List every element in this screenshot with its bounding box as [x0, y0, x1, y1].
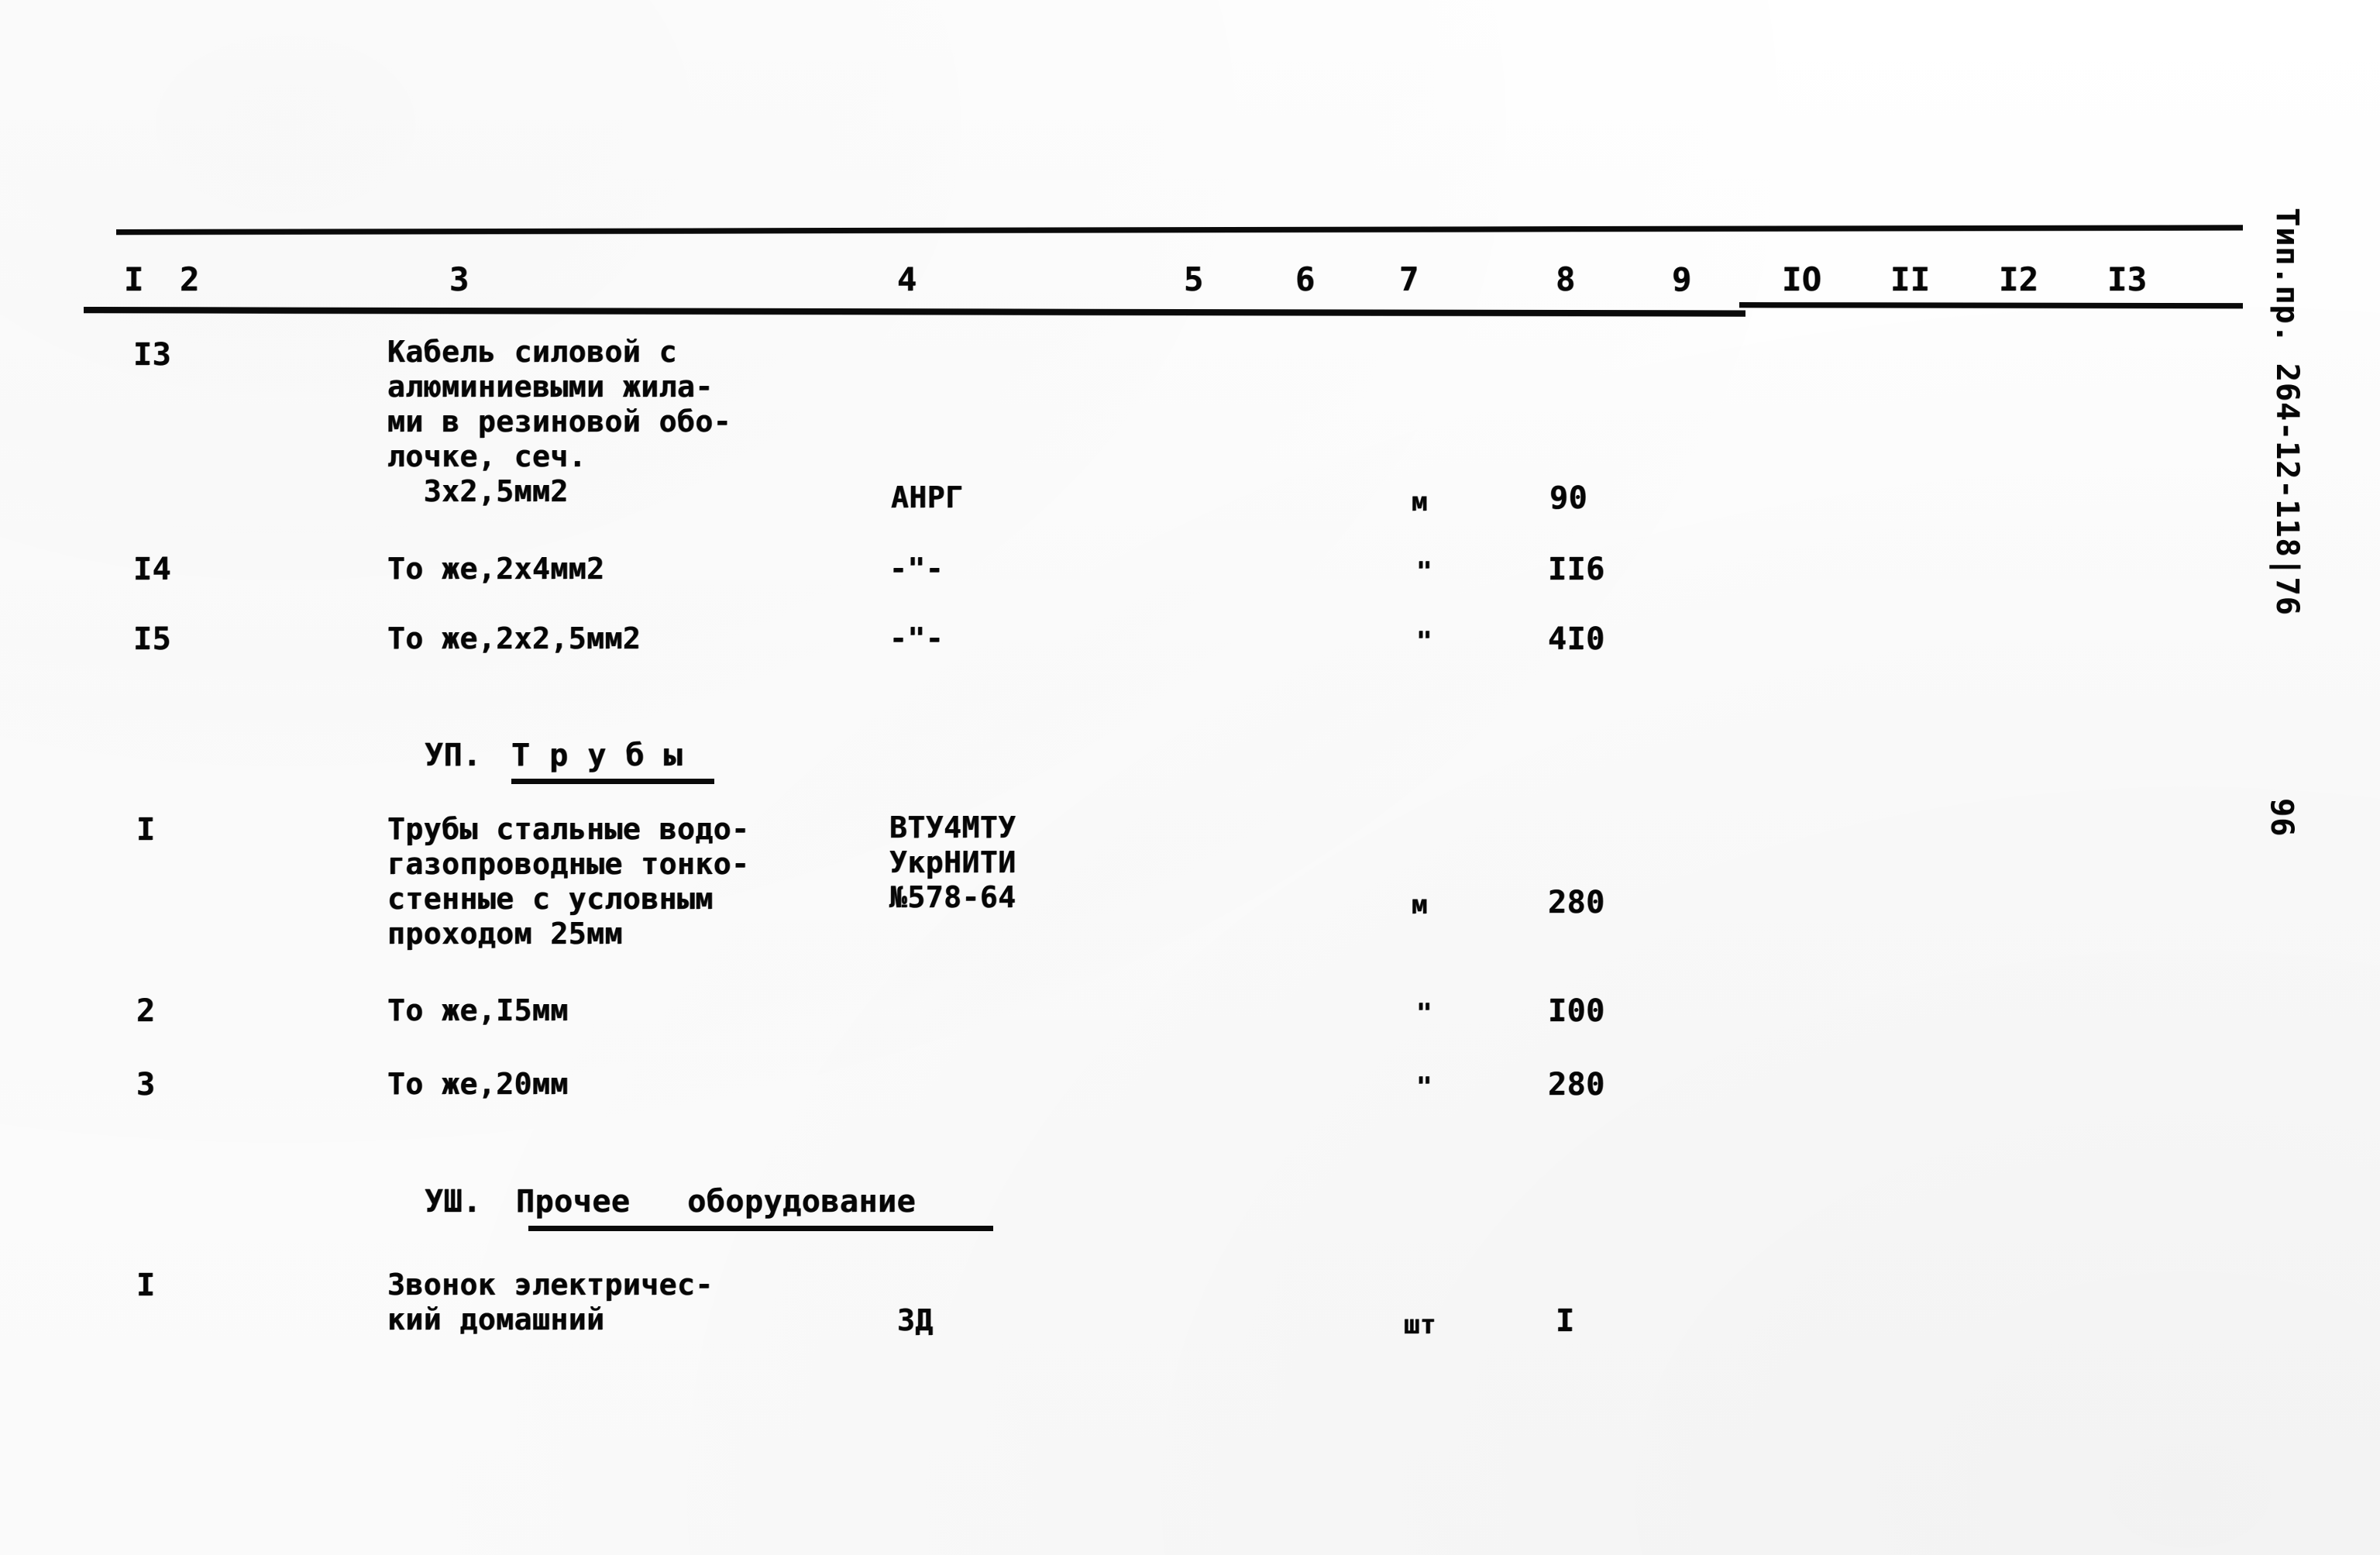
row-number: 2	[136, 993, 156, 1029]
row-quantity: I	[1556, 1303, 1575, 1339]
row-name: То же,I5мм	[387, 993, 569, 1027]
section-title: Прочее оборудование	[516, 1184, 917, 1220]
column-header-4: 4	[897, 260, 917, 298]
column-header-6: 6	[1295, 260, 1316, 298]
row-unit: "	[1416, 556, 1432, 587]
row-name: Кабель силовой с алюминиевыми жила- ми в…	[387, 335, 732, 508]
table-header-rule-left	[83, 307, 1746, 317]
row-unit: шт	[1404, 1309, 1436, 1340]
row-spec: АНРГ	[891, 480, 964, 514]
row-number: I5	[133, 621, 172, 657]
row-unit: "	[1416, 1072, 1432, 1103]
row-name: То же,20мм	[387, 1067, 569, 1101]
row-number: 3	[136, 1067, 156, 1103]
section-underline	[511, 779, 714, 784]
section-numeral: УП.	[425, 738, 482, 773]
row-name: Трубы стальные водо- газопроводные тонко…	[387, 812, 750, 951]
column-header-7: 7	[1399, 260, 1419, 298]
column-header-9: 9	[1672, 260, 1692, 298]
row-quantity: 90	[1549, 480, 1588, 516]
column-header-11: II	[1890, 260, 1931, 298]
row-unit: м	[1412, 487, 1428, 518]
row-number: I3	[133, 337, 172, 373]
row-spec: ВТУ4МТУ УкрНИТИ №578-64	[889, 810, 1016, 914]
row-unit: "	[1416, 626, 1432, 657]
margin-document-code: Тип.пр. 264-12-118|76	[2269, 208, 2305, 616]
section-numeral: УШ.	[425, 1184, 482, 1220]
column-header-1: I	[124, 260, 144, 298]
row-quantity: 4I0	[1548, 621, 1605, 657]
row-number: I	[136, 812, 156, 848]
column-header-8: 8	[1556, 260, 1576, 298]
row-name: То же,2х2,5мм2	[387, 621, 641, 655]
row-name: Звонок электричес- кий домашний	[387, 1268, 714, 1337]
row-quantity: I00	[1548, 993, 1605, 1029]
column-header-3: 3	[449, 260, 469, 298]
column-header-5: 5	[1184, 260, 1204, 298]
row-name: То же,2х4мм2	[387, 552, 605, 586]
table-top-rule	[115, 225, 2244, 235]
column-header-10: IO	[1782, 260, 1822, 298]
margin-page-number: 96	[2264, 798, 2299, 838]
row-number: I	[136, 1268, 156, 1303]
column-header-13: I3	[2107, 260, 2148, 298]
row-number: I4	[133, 552, 172, 587]
table-header-rule-right	[1739, 302, 2244, 309]
scanned-page: I 2 3 4 5 6 7 8 9 IO II I2 I3 I3 Кабель …	[0, 0, 2380, 1555]
section-underline	[528, 1226, 993, 1231]
section-title: Т р у б ы	[511, 738, 683, 773]
row-quantity: 280	[1548, 1067, 1605, 1103]
row-spec: ЗД	[897, 1303, 934, 1337]
row-unit: "	[1416, 998, 1432, 1029]
content-layer: I 2 3 4 5 6 7 8 9 IO II I2 I3 I3 Кабель …	[0, 0, 2380, 1555]
column-header-2: 2	[180, 260, 200, 298]
row-quantity: 280	[1548, 885, 1605, 920]
row-spec: -"-	[889, 621, 944, 655]
column-header-12: I2	[1999, 260, 2039, 298]
row-quantity: II6	[1548, 552, 1605, 587]
row-unit: м	[1412, 889, 1428, 920]
row-spec: -"-	[889, 552, 944, 586]
